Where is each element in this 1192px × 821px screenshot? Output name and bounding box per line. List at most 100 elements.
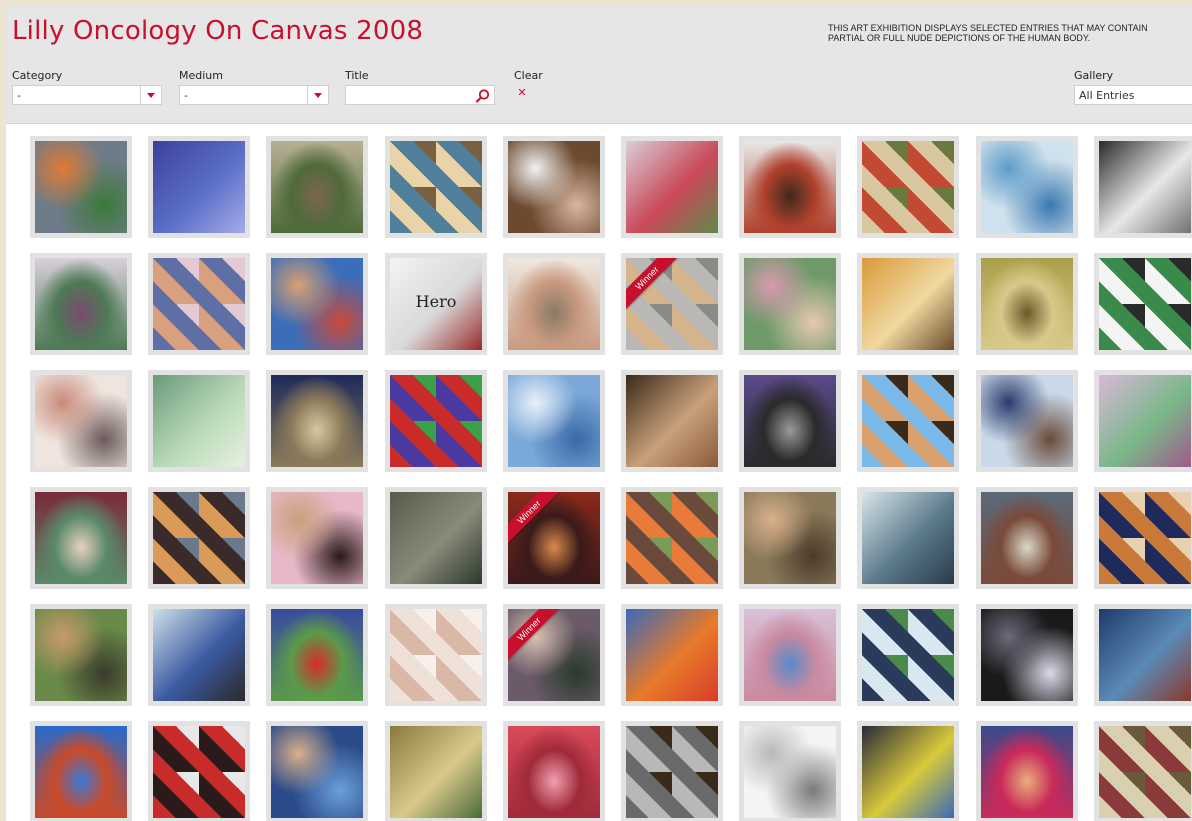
artwork-image [744, 375, 836, 467]
artwork-image [744, 492, 836, 584]
artwork-thumbnail[interactable] [976, 604, 1078, 706]
artwork-thumbnail[interactable] [739, 253, 841, 355]
artwork-thumbnail[interactable] [148, 253, 250, 355]
artwork-thumbnail[interactable] [503, 136, 605, 238]
clear-filter: Clear ✕ [514, 69, 543, 101]
artwork-thumbnail[interactable] [148, 136, 250, 238]
artwork-thumbnail[interactable] [266, 721, 368, 821]
artwork-thumbnail[interactable] [30, 253, 132, 355]
artwork-thumbnail[interactable]: Hero [385, 253, 487, 355]
artwork-thumbnail[interactable] [1094, 136, 1192, 238]
artwork-thumbnail[interactable] [385, 370, 487, 472]
medium-filter: Medium - [179, 69, 329, 105]
artwork-image [744, 609, 836, 701]
artwork-image [271, 609, 363, 701]
artwork-image [744, 141, 836, 233]
artwork-image [1099, 141, 1191, 233]
artwork-thumbnail[interactable] [385, 604, 487, 706]
artwork-image [35, 492, 127, 584]
artwork-thumbnail[interactable] [976, 370, 1078, 472]
artwork-thumbnail[interactable]: Winner [503, 604, 605, 706]
artwork-thumbnail[interactable] [1094, 487, 1192, 589]
artwork-thumbnail[interactable] [30, 604, 132, 706]
page-frame: Lilly Oncology On Canvas 2008 THIS ART E… [6, 6, 1192, 821]
artwork-thumbnail[interactable] [148, 370, 250, 472]
artwork-image [862, 609, 954, 701]
artwork-thumbnail[interactable] [621, 604, 723, 706]
artwork-thumbnail[interactable] [857, 253, 959, 355]
artwork-image [626, 492, 718, 584]
search-icon[interactable] [475, 88, 491, 104]
artwork-thumbnail[interactable]: Winner [503, 487, 605, 589]
artwork-thumbnail[interactable] [857, 136, 959, 238]
winner-badge: Winner [508, 609, 561, 661]
artwork-thumbnail[interactable] [385, 721, 487, 821]
artwork-thumbnail[interactable] [976, 253, 1078, 355]
artwork-thumbnail[interactable] [976, 136, 1078, 238]
artwork-thumbnail[interactable] [621, 136, 723, 238]
artwork-thumbnail[interactable] [266, 136, 368, 238]
artwork-thumbnail[interactable]: Winner [621, 253, 723, 355]
artwork-thumbnail[interactable] [30, 721, 132, 821]
artwork-thumbnail[interactable] [1094, 253, 1192, 355]
artwork-thumbnail[interactable] [739, 487, 841, 589]
artwork-image [626, 141, 718, 233]
artwork-thumbnail[interactable] [503, 253, 605, 355]
artwork-image [271, 141, 363, 233]
nudity-disclaimer: THIS ART EXHIBITION DISPLAYS SELECTED EN… [828, 23, 1192, 43]
artwork-thumbnail[interactable] [148, 721, 250, 821]
artwork-thumbnail[interactable] [857, 721, 959, 821]
chevron-down-icon[interactable] [140, 86, 161, 104]
artwork-image [744, 726, 836, 818]
artwork-thumbnail[interactable] [266, 253, 368, 355]
artwork-thumbnail[interactable] [266, 604, 368, 706]
artwork-thumbnail[interactable] [503, 721, 605, 821]
artwork-thumbnail[interactable] [1094, 604, 1192, 706]
artwork-thumbnail[interactable] [621, 370, 723, 472]
artwork-image [390, 375, 482, 467]
artwork-thumbnail[interactable] [385, 136, 487, 238]
category-label: Category [12, 69, 63, 82]
artwork-thumbnail[interactable] [1094, 721, 1192, 821]
title-label: Title [345, 69, 369, 82]
gallery-label: Gallery [1074, 69, 1114, 82]
gallery-select[interactable]: All Entries [1074, 85, 1192, 105]
artwork-thumbnail[interactable] [976, 721, 1078, 821]
artwork-thumbnail[interactable] [857, 370, 959, 472]
artwork-thumbnail[interactable] [976, 487, 1078, 589]
artwork-thumbnail[interactable] [30, 487, 132, 589]
category-select[interactable]: - [12, 85, 162, 105]
winner-badge: Winner [626, 258, 679, 310]
artwork-image [744, 258, 836, 350]
artwork-image [862, 375, 954, 467]
artwork-thumbnail[interactable] [30, 370, 132, 472]
artwork-thumbnail[interactable] [857, 487, 959, 589]
medium-select[interactable]: - [179, 85, 329, 105]
artwork-image [271, 258, 363, 350]
artwork-thumbnail[interactable] [739, 136, 841, 238]
disclaimer-line-1: THIS ART EXHIBITION DISPLAYS SELECTED EN… [828, 23, 1148, 33]
artwork-image [981, 375, 1073, 467]
chevron-down-icon[interactable] [307, 86, 328, 104]
category-filter: Category - [12, 69, 162, 105]
artwork-image [153, 492, 245, 584]
artwork-thumbnail[interactable] [857, 604, 959, 706]
artwork-thumbnail[interactable] [1094, 370, 1192, 472]
artwork-image [153, 609, 245, 701]
artwork-thumbnail[interactable] [739, 721, 841, 821]
artwork-thumbnail[interactable] [503, 370, 605, 472]
artwork-thumbnail[interactable] [621, 487, 723, 589]
clear-label[interactable]: Clear [514, 69, 543, 82]
artwork-thumbnail[interactable] [385, 487, 487, 589]
artwork-thumbnail[interactable] [266, 487, 368, 589]
artwork-thumbnail[interactable] [739, 604, 841, 706]
artwork-thumbnail[interactable] [30, 136, 132, 238]
artwork-image [35, 609, 127, 701]
artwork-thumbnail[interactable] [621, 721, 723, 821]
artwork-thumbnail[interactable] [148, 487, 250, 589]
artwork-thumbnail[interactable] [739, 370, 841, 472]
close-icon[interactable]: ✕ [514, 85, 530, 101]
artwork-thumbnail[interactable] [266, 370, 368, 472]
title-search-input[interactable] [345, 85, 495, 105]
artwork-thumbnail[interactable] [148, 604, 250, 706]
